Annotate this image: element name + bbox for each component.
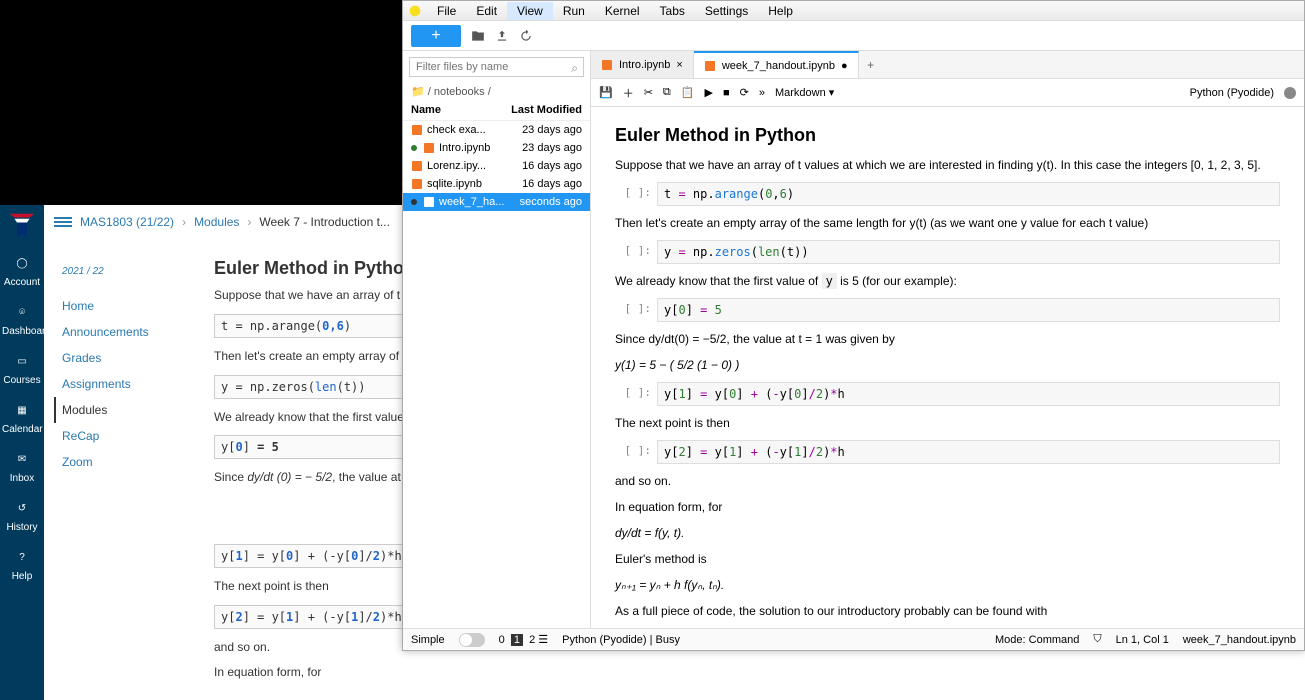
menu-run[interactable]: Run — [553, 2, 595, 20]
kernel-indicator-icon[interactable] — [1284, 87, 1296, 99]
cell-type-select[interactable]: Markdown ▾ — [775, 86, 834, 99]
course-nav-home[interactable]: Home — [62, 293, 202, 319]
filter-files-input[interactable] — [409, 57, 584, 77]
canvas-global-nav: ◯Account⌾Dashboard▭Courses▦Calendar✉Inbo… — [0, 205, 44, 700]
restart-icon[interactable]: ⟳ — [740, 86, 749, 99]
new-launcher-button[interactable]: + — [411, 25, 461, 47]
notebook-content[interactable]: Euler Method in Python Suppose that we h… — [591, 107, 1304, 628]
canvas-nav-account[interactable]: ◯Account — [0, 245, 44, 294]
menu-help[interactable]: Help — [758, 2, 803, 20]
simple-mode-toggle[interactable] — [459, 633, 485, 647]
canvas-nav-inbox[interactable]: ✉Inbox — [0, 441, 44, 490]
code-cell[interactable]: y[0] = 5 — [657, 298, 1280, 322]
file-row[interactable]: week_7_ha...seconds ago — [403, 193, 590, 211]
code-cell[interactable]: y = np.zeros(len(t)) — [657, 240, 1280, 264]
status-bar: Simple 0 1 2 ☰ Python (Pyodide) | Busy M… — [403, 628, 1304, 650]
add-tab-button[interactable]: + — [859, 51, 883, 78]
file-row[interactable]: Lorenz.ipy...16 days ago — [403, 157, 590, 175]
menu-tabs[interactable]: Tabs — [650, 2, 695, 20]
canvas-nav-help[interactable]: ?Help — [0, 539, 44, 588]
jupyter-logo-icon — [407, 3, 423, 19]
course-year: 2021 / 22 — [62, 260, 202, 283]
menu-file[interactable]: File — [427, 2, 466, 20]
menu-items: FileEditViewRunKernelTabsSettingsHelp — [427, 2, 803, 20]
file-row[interactable]: check exa...23 days ago — [403, 121, 590, 139]
run-icon[interactable]: ▶ — [704, 86, 712, 99]
file-browser: ⌕ 📁 / notebooks / NameLast Modified chec… — [403, 51, 591, 628]
code-cell[interactable]: t = np.arange(0,6) — [657, 182, 1280, 206]
save-icon[interactable]: 💾 — [599, 86, 613, 99]
simple-mode-label: Simple — [411, 634, 445, 646]
file-list-header[interactable]: NameLast Modified — [403, 100, 590, 121]
copy-icon[interactable]: ⧉ — [663, 86, 671, 99]
menu-edit[interactable]: Edit — [466, 2, 507, 20]
menu-view[interactable]: View — [507, 2, 553, 20]
main-toolbar: + — [403, 21, 1304, 51]
search-icon: ⌕ — [571, 61, 578, 76]
breadcrumb: MAS1803 (21/22) › Modules › Week 7 - Int… — [54, 215, 390, 229]
paste-icon[interactable]: 📋 — [681, 86, 695, 99]
status-kernel[interactable]: Python (Pyodide) | Busy — [562, 634, 680, 646]
breadcrumb-course[interactable]: MAS1803 (21/22) — [80, 215, 174, 229]
document-tab[interactable]: Intro.ipynb× — [591, 51, 694, 78]
code-cell[interactable]: y[1] = y[0] + (-y[0]/2)*h — [657, 382, 1280, 406]
document-tab[interactable]: week_7_handout.ipynb● — [694, 51, 859, 78]
file-row[interactable]: Intro.ipynb23 days ago — [403, 139, 590, 157]
cut-icon[interactable]: ✂ — [644, 86, 653, 99]
nb-title: Euler Method in Python — [615, 125, 1280, 146]
notebook-toolbar: 💾 ＋ ✂ ⧉ 📋 ▶ ■ ⟳ » Markdown ▾ Python (Pyo… — [591, 79, 1304, 107]
refresh-icon[interactable] — [519, 29, 533, 43]
canvas-nav-history[interactable]: ↺History — [0, 490, 44, 539]
file-list: check exa...23 days agoIntro.ipynb23 day… — [403, 121, 590, 211]
file-breadcrumb[interactable]: 📁 / notebooks / — [403, 83, 590, 100]
close-tab-icon[interactable]: × — [676, 59, 682, 71]
status-filename: week_7_handout.ipynb — [1183, 634, 1296, 646]
course-nav-assignments[interactable]: Assignments — [62, 371, 202, 397]
canvas-nav-calendar[interactable]: ▦Calendar — [0, 392, 44, 441]
stop-icon[interactable]: ■ — [723, 87, 730, 99]
course-nav: 2021 / 22 HomeAnnouncementsGradesAssignm… — [62, 260, 202, 475]
menu-kernel[interactable]: Kernel — [595, 2, 650, 20]
hamburger-icon[interactable] — [54, 215, 72, 229]
code-cell[interactable]: y[2] = y[1] + (-y[1]/2)*h — [657, 440, 1280, 464]
menu-settings[interactable]: Settings — [695, 2, 758, 20]
new-folder-icon[interactable] — [471, 29, 485, 43]
course-nav-grades[interactable]: Grades — [62, 345, 202, 371]
status-cursor: Ln 1, Col 1 — [1116, 634, 1169, 646]
breadcrumb-page: Week 7 - Introduction t... — [259, 215, 390, 229]
course-nav-zoom[interactable]: Zoom — [62, 449, 202, 475]
menubar: FileEditViewRunKernelTabsSettingsHelp — [403, 1, 1304, 21]
file-row[interactable]: sqlite.ipynb16 days ago — [403, 175, 590, 193]
course-nav-recap[interactable]: ReCap — [62, 423, 202, 449]
jupyterlab-window: FileEditViewRunKernelTabsSettingsHelp + … — [402, 0, 1305, 651]
dirty-indicator-icon[interactable]: ● — [841, 60, 848, 72]
course-nav-modules[interactable]: Modules — [54, 397, 202, 423]
breadcrumb-section[interactable]: Modules — [194, 215, 239, 229]
trusted-icon[interactable]: ⛉ — [1093, 633, 1101, 646]
kernel-name[interactable]: Python (Pyodide) — [1190, 87, 1274, 99]
document-tabs: Intro.ipynb×week_7_handout.ipynb●+ — [591, 51, 1304, 79]
canvas-nav-courses[interactable]: ▭Courses — [0, 343, 44, 392]
canvas-nav-dashboard[interactable]: ⌾Dashboard — [0, 294, 44, 343]
course-nav-announcements[interactable]: Announcements — [62, 319, 202, 345]
status-mode: Mode: Command — [995, 634, 1079, 646]
upload-icon[interactable] — [495, 29, 509, 43]
institution-logo — [0, 205, 44, 245]
restart-run-all-icon[interactable]: » — [759, 87, 765, 99]
insert-cell-icon[interactable]: ＋ — [623, 85, 634, 101]
